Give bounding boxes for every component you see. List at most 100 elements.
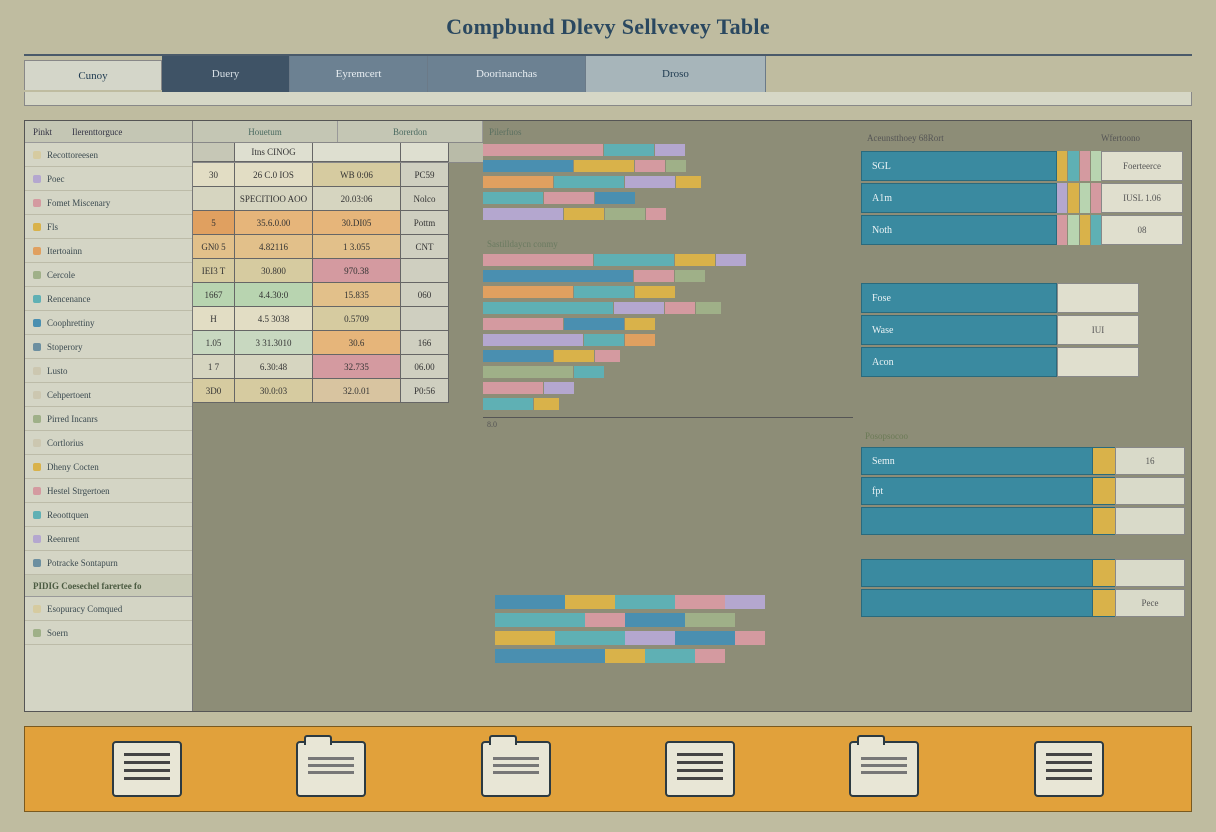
grid-row[interactable]: 3D030.0:0332.0.01P0:56 (193, 379, 483, 403)
grid-row[interactable]: H4.5 30380.5709 (193, 307, 483, 331)
sidebar-item[interactable]: Fls (25, 215, 192, 239)
panel-row[interactable]: Semn16 (861, 447, 1187, 475)
panel-row[interactable]: Pece (861, 589, 1187, 617)
sidebar-item[interactable]: Cehpertoent (25, 383, 192, 407)
grid-row[interactable]: 16674.4.30:015.835060 (193, 283, 483, 307)
grid-cell: 1.05 (193, 331, 235, 355)
color-swatch-icon (33, 151, 41, 159)
grid-sub-label: Itns CINOG (235, 143, 313, 162)
metric-row[interactable]: Acon (861, 347, 1187, 377)
sidebar-item[interactable]: Poec (25, 167, 192, 191)
bar-segment (483, 366, 573, 378)
sidebar-item[interactable]: Rencenance (25, 287, 192, 311)
bar-segment (604, 144, 654, 156)
metric-row[interactable]: Noth08 (861, 215, 1187, 245)
sidebar-section-2: PIDIG Coesechel farertee fo (25, 575, 192, 597)
bar-segment (585, 613, 625, 627)
bar-segment (646, 208, 666, 220)
panel-row[interactable] (861, 507, 1187, 535)
grid-row[interactable]: GN0 54.821161 3.055CNT (193, 235, 483, 259)
metric-row[interactable]: A1mIUSL 1.06 (861, 183, 1187, 213)
tab-doorinanchas[interactable]: Doorinanchas (428, 56, 586, 92)
data-grid: Houetum Borerdon Itns CINOG 3026 C.0 IOS… (193, 121, 483, 711)
right-block-mid: Posopsocoo Semn16fpt (861, 431, 1187, 535)
sidebar-item[interactable]: Lusto (25, 359, 192, 383)
sidebar-item[interactable]: Stoperory (25, 335, 192, 359)
grid-row[interactable]: 1 76.30:4832.73506.00 (193, 355, 483, 379)
sidebar-item-label: Soern (47, 628, 68, 638)
grid-cell: 6.30:48 (235, 355, 313, 379)
grid-row[interactable]: 3026 C.0 IOSWB 0:06PC59 (193, 163, 483, 187)
grid-cell (193, 187, 235, 211)
grid-subhead: Itns CINOG (193, 143, 483, 163)
tab-eyremcert[interactable]: Eyremcert (290, 56, 428, 92)
sidebar-item[interactable]: Soern (25, 621, 192, 645)
document-icon[interactable] (665, 741, 735, 797)
grid-cell: 30 (193, 163, 235, 187)
sidebar-item[interactable]: Coophrettiny (25, 311, 192, 335)
sidebar-item[interactable]: Esopuracy Comqued (25, 597, 192, 621)
sidebar-item[interactable]: Reoottquen (25, 503, 192, 527)
color-swatch-icon (33, 629, 41, 637)
bar-segment (574, 286, 634, 298)
bar-segment (655, 144, 685, 156)
grid-header-b: Borerdon (338, 121, 483, 142)
tab-droso[interactable]: Droso (586, 56, 766, 92)
bar-segment (665, 302, 695, 314)
bar-segment (564, 318, 624, 330)
stack-row (495, 595, 795, 611)
panel-row-value (1115, 477, 1185, 505)
sidebar-item[interactable]: Recottoreesen (25, 143, 192, 167)
grid-header: Houetum Borerdon (193, 121, 483, 143)
bar-row (483, 381, 853, 395)
bar-segment (483, 398, 533, 410)
bar-segment (495, 631, 555, 645)
bar-segment (595, 192, 635, 204)
grid-row[interactable]: SPECITIOO AOO20.03:06Nolco (193, 187, 483, 211)
metric-row[interactable]: Fose (861, 283, 1187, 313)
color-swatch-icon (33, 175, 41, 183)
panel-row[interactable] (861, 559, 1187, 587)
metric-row[interactable]: SGLFoerteerce (861, 151, 1187, 181)
tab-duery[interactable]: Duery (162, 56, 290, 92)
chart-axis: 8.0 (483, 417, 853, 435)
sidebar-item[interactable]: Reenrent (25, 527, 192, 551)
grid-cell (401, 307, 449, 331)
sidebar-item[interactable]: Itertoainn (25, 239, 192, 263)
folder-icon[interactable] (296, 741, 366, 797)
sidebar-item[interactable]: Pirred Incanrs (25, 407, 192, 431)
sidebar-item[interactable]: Cercole (25, 263, 192, 287)
document-icon[interactable] (112, 741, 182, 797)
bar-segment (483, 192, 543, 204)
bar-row (483, 397, 853, 411)
bar-segment (685, 613, 735, 627)
bar-segment (675, 254, 715, 266)
tab-cunoy[interactable]: Cunoy (24, 60, 162, 90)
sidebar-item[interactable]: Potracke Sontapurn (25, 551, 192, 575)
color-swatch-icon (33, 559, 41, 567)
color-swatch-icon (1080, 151, 1090, 181)
color-swatch-icon (1080, 215, 1090, 245)
sidebar-item[interactable]: Dheny Cocten (25, 455, 192, 479)
metric-row[interactable]: WaseIUI (861, 315, 1187, 345)
grid-cell: 30.800 (235, 259, 313, 283)
document-icon[interactable] (1034, 741, 1104, 797)
grid-cell: IEI3 T (193, 259, 235, 283)
bar-row (483, 269, 853, 283)
grid-row[interactable]: 1.053 31.301030.6166 (193, 331, 483, 355)
sidebar-item-label: Stoperory (47, 342, 83, 352)
grid-cell: 20.03:06 (313, 187, 401, 211)
folder-icon[interactable] (849, 741, 919, 797)
grid-header-a: Houetum (193, 121, 338, 142)
panel-row[interactable]: fpt (861, 477, 1187, 505)
sidebar-item[interactable]: Fomet Miscenary (25, 191, 192, 215)
grid-cell: 35.6.0.00 (235, 211, 313, 235)
metric-swatches (1057, 215, 1101, 245)
grid-row[interactable]: IEI3 T30.800970.38 (193, 259, 483, 283)
folder-icon[interactable] (481, 741, 551, 797)
sidebar-item-label: Poec (47, 174, 65, 184)
sidebar-item[interactable]: Hestel Strgertoen (25, 479, 192, 503)
bar-segment (615, 595, 675, 609)
sidebar-item[interactable]: Cortlorius (25, 431, 192, 455)
grid-row[interactable]: 535.6.0.0030.DI05Pottm (193, 211, 483, 235)
